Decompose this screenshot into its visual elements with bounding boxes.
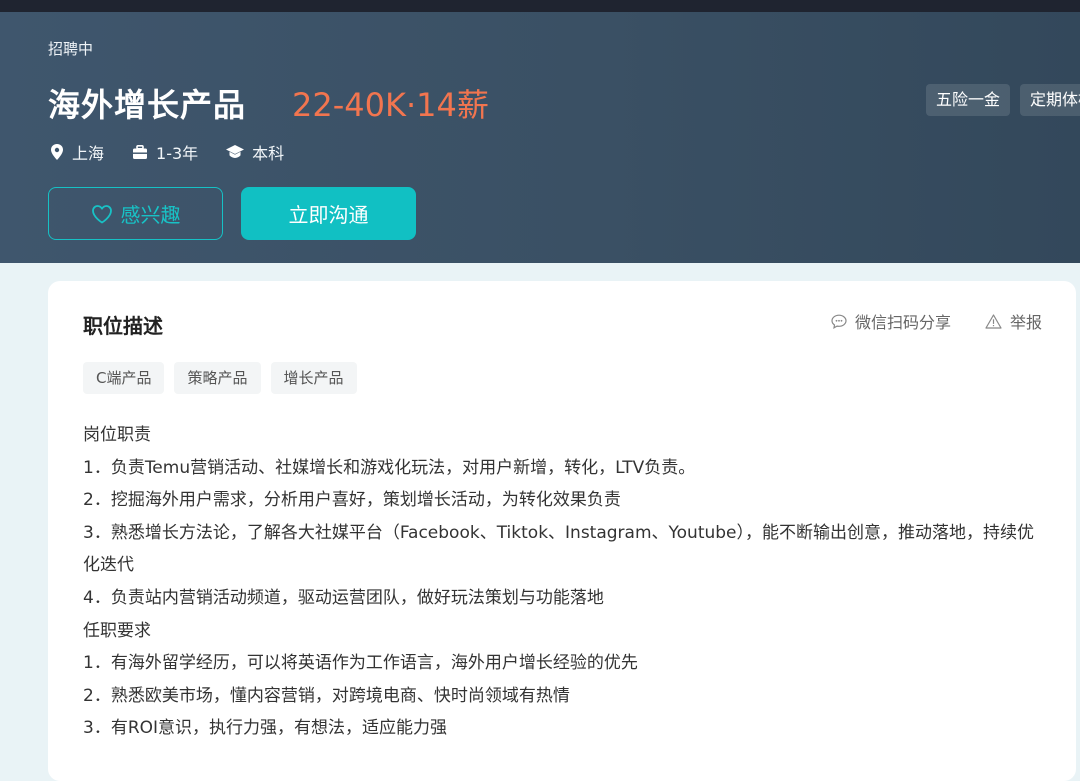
chat-bubble-icon xyxy=(831,314,847,329)
desc-line: 4．负责站内营销活动频道，驱动运营团队，做好玩法策划与功能落地 xyxy=(83,587,604,608)
wechat-share-label: 微信扫码分享 xyxy=(854,313,951,332)
desc-line: 3．有ROI意识，执行力强，有想法，适应能力强 xyxy=(83,718,448,739)
meta-experience: 1-3年 xyxy=(132,140,198,164)
job-description-text: 岗位职责 1．负责Temu营销活动、社媒增长和游戏化玩法，对用户新增，转化，LT… xyxy=(83,419,1048,745)
desc-line: 2．熟悉欧美市场，懂内容营销，对跨境电商、快时尚领域有热情 xyxy=(83,685,570,706)
desc-line: 1．有海外留学经历，可以将英语作为工作语言，海外用户增长经验的优先 xyxy=(83,653,638,674)
skill-tag: C端产品 xyxy=(83,362,165,394)
job-meta: 上海 1-3年 本科 xyxy=(50,140,312,164)
salary: 22-40K·14薪 xyxy=(292,86,489,124)
heart-icon xyxy=(91,204,112,223)
skill-tags: C端产品 策略产品 增长产品 xyxy=(83,362,367,394)
benefit-tag: 定期体检 xyxy=(1020,84,1080,116)
meta-location: 上海 xyxy=(50,140,104,164)
desc-heading: 任职要求 xyxy=(83,620,151,641)
location-text: 上海 xyxy=(72,144,105,163)
wechat-share-button[interactable]: 微信扫码分享 xyxy=(831,309,951,333)
job-description-card: 职位描述 微信扫码分享 举报 C端产品 策略产品 增长产品 岗位职责 1．负责T… xyxy=(48,281,1076,781)
benefit-tags: 五险一金 定期体检 xyxy=(926,84,1080,116)
benefit-tag: 五险一金 xyxy=(926,84,1011,116)
section-title: 职位描述 xyxy=(83,314,163,338)
graduation-cap-icon xyxy=(226,145,245,158)
report-button[interactable]: 举报 xyxy=(985,309,1042,333)
job-title: 海外增长产品 xyxy=(48,86,247,124)
title-row: 海外增长产品 22-40K·14薪 xyxy=(48,80,489,126)
skill-tag: 策略产品 xyxy=(174,362,261,394)
briefcase-icon xyxy=(133,144,148,159)
meta-education: 本科 xyxy=(226,140,284,164)
location-pin-icon xyxy=(51,144,63,160)
report-label: 举报 xyxy=(1009,313,1042,332)
interest-label: 感兴趣 xyxy=(120,203,181,227)
chat-now-label: 立即沟通 xyxy=(288,203,369,227)
top-strip xyxy=(0,0,1080,12)
experience-text: 1-3年 xyxy=(156,144,199,163)
desc-line: 1．负责Temu营销活动、社媒增长和游戏化玩法，对用户新增，转化，LTV负责。 xyxy=(83,457,696,478)
education-text: 本科 xyxy=(252,144,285,163)
interest-button[interactable]: 感兴趣 xyxy=(48,187,223,240)
desc-heading: 岗位职责 xyxy=(83,425,151,445)
chat-now-button[interactable]: 立即沟通 xyxy=(241,187,416,240)
skill-tag: 增长产品 xyxy=(270,362,357,394)
desc-line: 2．挖掘海外用户需求，分析用户喜好，策划增长活动，为转化效果负责 xyxy=(83,490,621,511)
job-status: 招聘中 xyxy=(48,40,94,58)
job-header: 招聘中 海外增长产品 22-40K·14薪 上海 1-3年 本科 五险一金 定期… xyxy=(0,12,1080,263)
desc-line: 3．熟悉增长方法论，了解各大社媒平台（Facebook、Tiktok、Insta… xyxy=(83,522,1035,576)
warning-icon xyxy=(985,313,1002,329)
card-actions: 微信扫码分享 举报 xyxy=(797,309,1042,333)
